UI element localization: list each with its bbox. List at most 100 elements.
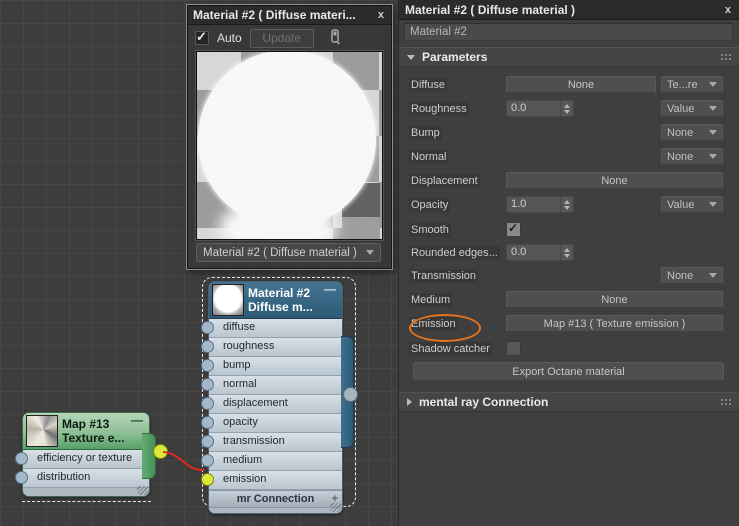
material-preview-image: [196, 51, 383, 240]
transmission-label: Transmission: [409, 268, 478, 283]
slot-label: distribution: [37, 471, 91, 483]
row-diffuse: Diffuse None Te...re: [409, 76, 730, 93]
slot-opacity[interactable]: opacity: [201, 414, 342, 433]
panel-titlebar[interactable]: Material #2 ( Diffuse material ) x: [399, 0, 739, 20]
map-node[interactable]: Map #13 Texture e... — efficiency or tex…: [15, 412, 168, 497]
slot-distribution[interactable]: distribution: [15, 469, 149, 488]
slot-medium[interactable]: medium: [201, 452, 342, 471]
slot-displacement[interactable]: displacement: [201, 395, 342, 414]
drag-grip-icon[interactable]: [720, 397, 732, 407]
input-socket[interactable]: [201, 454, 214, 467]
rounded-edges-spinner[interactable]: 0.0: [506, 244, 574, 261]
input-socket[interactable]: [201, 416, 214, 429]
roughness-spinner[interactable]: 0.0: [506, 100, 574, 117]
slot-bump[interactable]: bump: [201, 357, 342, 376]
displacement-map-button[interactable]: None: [506, 172, 723, 189]
emission-label: Emission: [409, 316, 458, 331]
input-socket[interactable]: [201, 397, 214, 410]
close-icon[interactable]: x: [723, 4, 733, 16]
preview-material-selector-label: Material #2 ( Diffuse material ): [203, 246, 357, 259]
slot-emission[interactable]: emission: [201, 471, 342, 490]
spinner-arrows-icon[interactable]: [560, 197, 573, 212]
input-socket[interactable]: [15, 452, 28, 465]
normal-type-dropdown[interactable]: None: [661, 148, 723, 165]
medium-map-button[interactable]: None: [506, 291, 723, 308]
parameters-rollout-header[interactable]: Parameters: [399, 47, 739, 67]
normal-type-value: None: [667, 150, 694, 163]
opacity-type-dropdown[interactable]: Value: [661, 196, 723, 213]
material-output-socket[interactable]: [343, 387, 358, 402]
map-node-subtitle: Texture e...: [62, 431, 125, 445]
material-node-footer: [209, 503, 342, 513]
material-node-subtitle: Diffuse m...: [248, 300, 313, 314]
preview-material-selector[interactable]: Material #2 ( Diffuse material ): [196, 243, 381, 262]
map-node-header[interactable]: Map #13 Texture e... —: [23, 413, 149, 450]
input-socket[interactable]: [201, 321, 214, 334]
auto-checkbox[interactable]: [195, 29, 209, 45]
chevron-down-icon: [709, 106, 717, 111]
close-icon[interactable]: x: [376, 9, 386, 21]
preview-toolbar: Auto Update: [188, 25, 391, 51]
diffuse-map-button[interactable]: None: [506, 76, 656, 93]
parameters-rollout-label: Parameters: [422, 50, 488, 64]
map-node-thumbnail: [26, 415, 58, 447]
roughness-type-value: Value: [667, 102, 695, 115]
diffuse-type-dropdown[interactable]: Te...re: [661, 76, 723, 93]
row-displacement: Displacement None: [409, 172, 730, 189]
slot-normal[interactable]: normal: [201, 376, 342, 395]
input-socket[interactable]: [15, 471, 28, 484]
smooth-checkbox[interactable]: [506, 221, 521, 237]
slot-label: efficiency or texture: [37, 452, 133, 464]
chevron-down-icon: [709, 130, 717, 135]
slot-roughness[interactable]: roughness: [201, 338, 342, 357]
slot-transmission[interactable]: transmission: [201, 433, 342, 452]
medium-label: Medium: [409, 292, 453, 307]
roughness-type-dropdown[interactable]: Value: [661, 100, 723, 117]
slot-label: bump: [223, 359, 251, 371]
drag-grip-icon[interactable]: [720, 52, 732, 62]
input-socket[interactable]: [201, 435, 214, 448]
smooth-label: Smooth: [409, 222, 451, 237]
slot-label: opacity: [223, 416, 258, 428]
sample-object-icon[interactable]: [328, 29, 344, 47]
transmission-type-dropdown[interactable]: None: [661, 267, 723, 284]
row-opacity: Opacity 1.0 Value: [409, 196, 730, 213]
roughness-value[interactable]: 0.0: [507, 101, 560, 116]
update-button[interactable]: Update: [249, 28, 314, 48]
material-node[interactable]: Material #2 Diffuse m... — diffuse rough…: [201, 281, 358, 514]
input-socket[interactable]: [201, 378, 214, 391]
spinner-arrows-icon[interactable]: [560, 101, 573, 116]
map-output-socket[interactable]: [153, 444, 168, 459]
preview-window-titlebar[interactable]: Material #2 ( Diffuse materi... x: [188, 6, 391, 25]
diffuse-type-value: Te...re: [667, 78, 698, 91]
resize-grip-icon[interactable]: [330, 503, 341, 512]
emission-input-socket[interactable]: [201, 473, 214, 486]
shadow-catcher-checkbox[interactable]: [506, 341, 521, 356]
resize-grip-icon[interactable]: [137, 486, 148, 495]
normal-label: Normal: [409, 149, 449, 164]
spinner-arrows-icon[interactable]: [560, 245, 573, 260]
bump-type-dropdown[interactable]: None: [661, 124, 723, 141]
mental-ray-rollout-header[interactable]: mental ray Connection: [399, 392, 739, 412]
material-preview-window[interactable]: Material #2 ( Diffuse materi... x Auto U…: [186, 4, 393, 270]
mr-connection-row[interactable]: mr Connection +: [209, 490, 342, 508]
slot-efficiency-or-texture[interactable]: efficiency or texture: [15, 450, 149, 469]
material-node-header[interactable]: Material #2 Diffuse m... —: [209, 282, 342, 319]
rounded-edges-value[interactable]: 0.0: [507, 245, 560, 260]
map-node-collapse-button[interactable]: —: [131, 414, 143, 426]
row-roughness: Roughness 0.0 Value: [409, 100, 730, 117]
opacity-spinner[interactable]: 1.0: [506, 196, 574, 213]
emission-map-button[interactable]: Map #13 ( Texture emission ): [506, 315, 723, 332]
map-node-footer: [23, 486, 149, 496]
material-node-title: Material #2: [248, 286, 311, 300]
opacity-value[interactable]: 1.0: [507, 197, 560, 212]
material-node-collapse-button[interactable]: —: [324, 283, 336, 295]
input-socket[interactable]: [201, 340, 214, 353]
slot-diffuse[interactable]: diffuse: [201, 319, 342, 338]
input-socket[interactable]: [201, 359, 214, 372]
material-name-input[interactable]: Material #2: [404, 23, 733, 41]
export-octane-material-button[interactable]: Export Octane material: [413, 362, 724, 381]
row-medium: Medium None: [409, 291, 730, 308]
chevron-down-icon: [366, 250, 374, 255]
chevron-down-icon: [709, 202, 717, 207]
